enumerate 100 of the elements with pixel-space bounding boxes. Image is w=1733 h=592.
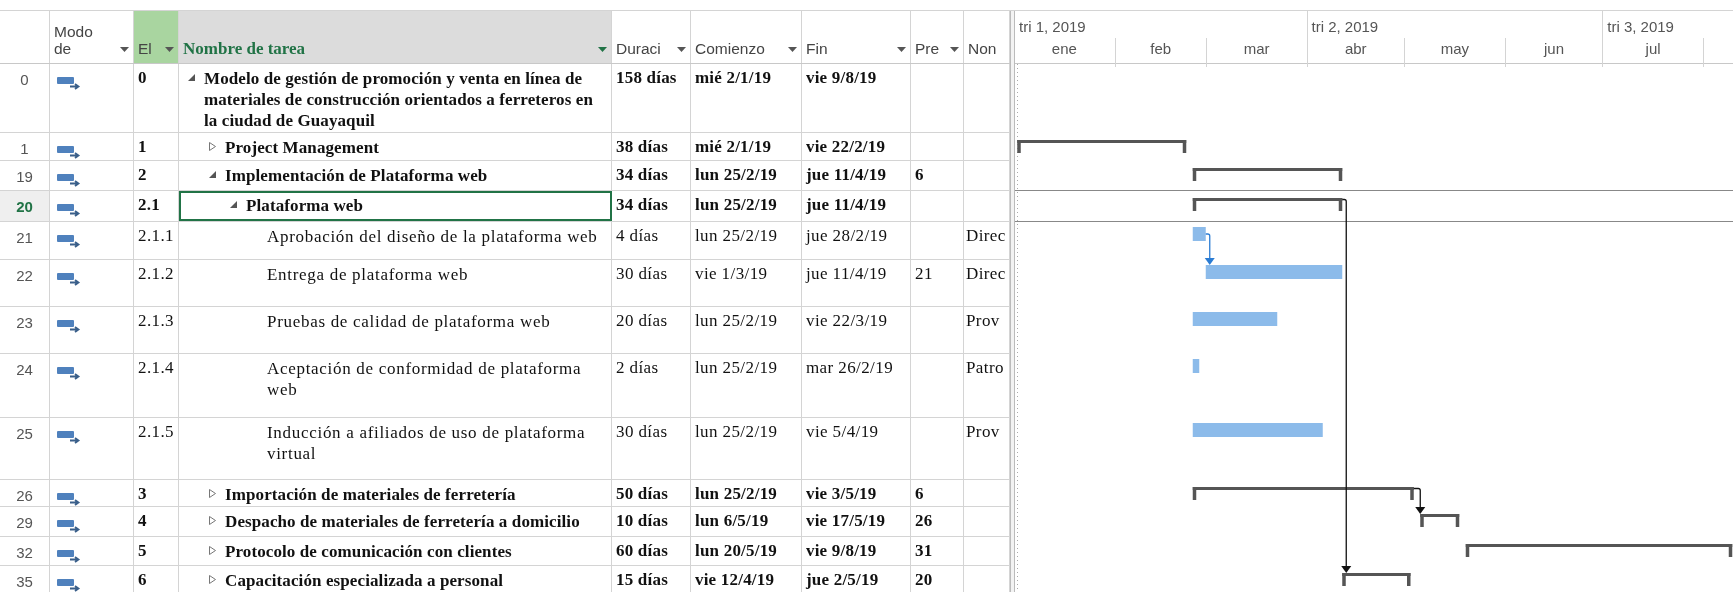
task-arrow-icon <box>57 548 81 563</box>
row-number: 26 <box>0 480 50 510</box>
link-arrow <box>1204 233 1215 265</box>
task-name: Plataforma web <box>246 195 364 216</box>
finish-date: vie 9/8/19 <box>802 537 911 567</box>
finish-date: vie 17/5/19 <box>802 507 911 537</box>
start-date: lun 20/5/19 <box>691 537 802 567</box>
caret-icon[interactable] <box>950 47 959 53</box>
quarter-label: tri 3, 2019 <box>1606 17 1674 37</box>
column-header[interactable]: Nombre de tarea <box>179 11 612 63</box>
task-bar <box>1192 227 1206 241</box>
caret-icon[interactable] <box>165 47 174 53</box>
task-name: Project Management <box>225 137 379 158</box>
caret-icon[interactable] <box>598 47 607 53</box>
task-name: Capacitación especializada a personal <box>225 570 504 591</box>
finish-date: vie 5/4/19 <box>802 418 911 479</box>
wbs-number: 2.1.5 <box>134 418 179 479</box>
row-number: 32 <box>0 537 50 567</box>
wbs-number: 2.1 <box>134 191 179 221</box>
month-label: jul <box>1602 38 1703 67</box>
finish-date: jue 11/4/19 <box>802 260 911 306</box>
caret-icon[interactable] <box>897 47 906 53</box>
predecessor-id: 20 <box>911 566 964 592</box>
expand-icon[interactable] <box>208 489 217 498</box>
month-label: may <box>1404 38 1505 67</box>
column-header[interactable]: Fin <box>802 11 911 63</box>
task-bar <box>1192 359 1200 373</box>
duration: 15 días <box>612 566 691 592</box>
task-name: Implementación de Plataforma web <box>225 165 488 186</box>
start-date: lun 25/2/19 <box>691 418 802 479</box>
collapse-icon[interactable] <box>208 170 217 179</box>
start-date: lun 25/2/19 <box>691 354 802 417</box>
month-label: abr <box>1306 38 1404 67</box>
duration: 10 días <box>612 507 691 537</box>
quarter-label: tri 1, 2019 <box>1018 17 1086 37</box>
task-arrow-icon <box>57 491 81 506</box>
caret-icon[interactable] <box>788 47 797 53</box>
task-name: Aceptación de conformidad de plataforma web <box>267 358 583 400</box>
predecessor-id: 6 <box>911 161 964 191</box>
column-header[interactable]: Comienzo <box>691 11 802 63</box>
task-arrow-icon <box>57 75 81 90</box>
link-arrow <box>1413 487 1426 514</box>
expand-icon[interactable] <box>208 142 217 151</box>
start-date: lun 6/5/19 <box>691 507 802 537</box>
start-date: mié 2/1/19 <box>691 133 802 163</box>
finish-date: vie 22/3/19 <box>802 307 911 353</box>
column-header[interactable]: El <box>134 11 179 63</box>
finish-date: jue 11/4/19 <box>802 161 911 191</box>
row-number: 21 <box>0 222 50 259</box>
task-arrow-icon <box>57 202 81 217</box>
duration: 34 días <box>612 161 691 191</box>
caret-icon[interactable] <box>677 47 686 53</box>
row-number: 25 <box>0 418 50 479</box>
duration: 30 días <box>612 260 691 306</box>
wbs-number: 3 <box>134 480 179 510</box>
start-date: lun 25/2/19 <box>691 191 802 221</box>
month-label: feb <box>1114 38 1206 67</box>
quarter-label: tri 2, 2019 <box>1310 17 1379 37</box>
start-date: vie 1/3/19 <box>691 260 802 306</box>
column-header[interactable]: Pre <box>911 11 964 63</box>
row-number: 29 <box>0 507 50 537</box>
task-arrow-icon <box>57 233 81 248</box>
task-name: Protocolo de comunicación con clientes <box>225 541 512 562</box>
collapse-icon[interactable] <box>187 73 196 82</box>
month-label: mar <box>1205 38 1307 67</box>
month-label: ene <box>1050 39 1078 59</box>
duration: 50 días <box>612 480 691 510</box>
month-label: jun <box>1504 38 1603 67</box>
wbs-number: 2.1.2 <box>134 260 179 306</box>
duration: 60 días <box>612 537 691 567</box>
finish-date: vie 9/8/19 <box>802 64 911 132</box>
expand-icon[interactable] <box>208 516 217 525</box>
wbs-number: 6 <box>134 566 179 592</box>
wbs-number: 2.1.4 <box>134 354 179 417</box>
start-date: lun 25/2/19 <box>691 480 802 510</box>
wbs-number: 2.1.3 <box>134 307 179 353</box>
column-header[interactable]: Duraci <box>612 11 691 63</box>
wbs-number: 2.1.1 <box>134 222 179 259</box>
start-date: mié 2/1/19 <box>691 64 802 132</box>
task-name: Inducción a afiliados de uso de plataforma virtual <box>267 422 587 464</box>
summary-bar <box>1420 514 1460 527</box>
row-number: 35 <box>0 566 50 592</box>
collapse-icon[interactable] <box>229 200 238 209</box>
task-arrow-icon <box>57 172 81 187</box>
predecessor-id: 26 <box>911 507 964 537</box>
task-name: Aprobación del diseño de la plataforma web <box>267 226 598 247</box>
finish-date: jue 2/5/19 <box>802 566 911 592</box>
task-arrow-icon <box>57 271 81 286</box>
wbs-number: 2 <box>134 161 179 191</box>
duration: 2 días <box>612 354 691 417</box>
caret-icon[interactable] <box>120 47 129 53</box>
task-arrow-icon <box>57 365 81 380</box>
expand-icon[interactable] <box>208 546 217 555</box>
finish-date: jue 28/2/19 <box>802 222 911 259</box>
expand-icon[interactable] <box>208 575 217 584</box>
wbs-number: 4 <box>134 507 179 537</box>
summary-bar <box>1342 573 1411 586</box>
predecessor-id: 21 <box>911 260 964 306</box>
task-name: Pruebas de calidad de plataforma web <box>267 311 551 332</box>
wbs-number: 5 <box>134 537 179 567</box>
